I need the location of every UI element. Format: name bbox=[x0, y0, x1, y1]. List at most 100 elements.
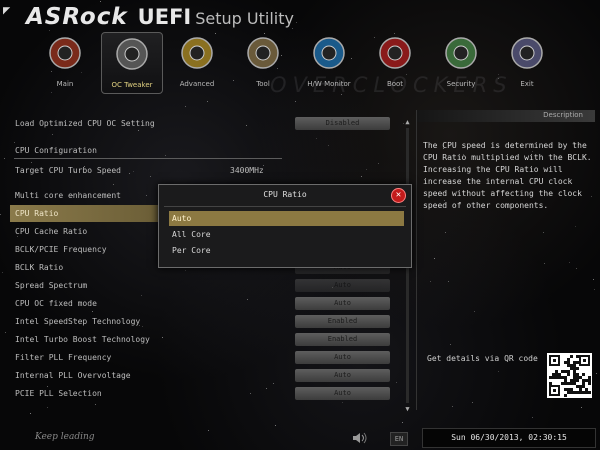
asrock-logo: ASRock bbox=[26, 4, 128, 30]
setting-label: BCLK/PCIE Frequency bbox=[15, 245, 107, 254]
setting-label: Spread Spectrum bbox=[15, 281, 88, 290]
qr-module bbox=[576, 367, 579, 370]
setting-label: CPU OC fixed mode bbox=[15, 299, 97, 308]
scroll-down-icon[interactable]: ▼ bbox=[403, 405, 412, 413]
setting-value-button[interactable]: Auto bbox=[295, 387, 390, 400]
qr-module bbox=[564, 394, 567, 397]
dialog-option-per-core[interactable]: Per Core bbox=[169, 243, 404, 258]
qr-module bbox=[576, 355, 579, 358]
cpu-ratio-dialog: CPU Ratio ✕ Auto All Core Per Core bbox=[158, 184, 412, 268]
tab-main[interactable]: Main bbox=[35, 32, 95, 92]
qr-module bbox=[576, 361, 579, 364]
qr-module bbox=[583, 359, 586, 362]
setting-label: Intel SpeedStep Technology bbox=[15, 317, 141, 326]
setting-value-button[interactable]: Disabled bbox=[295, 117, 390, 130]
star bbox=[402, 422, 403, 423]
exit-icon bbox=[511, 37, 543, 69]
setting-row-spread-spectrum[interactable]: Spread Spectrum Auto bbox=[10, 277, 400, 294]
description-title: Description bbox=[543, 111, 583, 119]
watermark: OVERCLOCKERS bbox=[270, 73, 513, 97]
qr-module bbox=[553, 389, 556, 392]
star bbox=[100, 1, 101, 2]
section-divider bbox=[14, 158, 282, 159]
description-text: The CPU speed is determined by the CPU R… bbox=[423, 141, 592, 210]
setting-label: Multi core enhancement bbox=[15, 191, 121, 200]
uefi-label: UEFI bbox=[137, 5, 192, 29]
setting-row-filter-pll-frequency[interactable]: Filter PLL Frequency Auto bbox=[10, 349, 400, 366]
setting-label: Internal PLL Overvoltage bbox=[15, 371, 131, 380]
tab-label: Advanced bbox=[179, 80, 215, 88]
star bbox=[207, 101, 208, 102]
qr-label: Get details via QR code bbox=[427, 354, 538, 363]
setting-value-button[interactable]: Enabled bbox=[295, 315, 390, 328]
star bbox=[185, 106, 186, 107]
security-icon bbox=[445, 37, 477, 69]
setting-row-pcie-pll-selection[interactable]: PCIE PLL Selection Auto bbox=[10, 385, 400, 402]
qr-module bbox=[576, 379, 579, 382]
setting-value-button[interactable]: Auto bbox=[295, 297, 390, 310]
hw-monitor-icon bbox=[313, 37, 345, 69]
qr-module bbox=[549, 382, 552, 385]
star bbox=[49, 30, 50, 31]
qr-module bbox=[570, 355, 573, 358]
star bbox=[5, 332, 6, 333]
main-icon bbox=[49, 37, 81, 69]
qr-module bbox=[588, 391, 591, 394]
tab-advanced[interactable]: Advanced bbox=[167, 32, 227, 92]
back-arrow-icon[interactable]: ◤ bbox=[3, 3, 10, 17]
speaker-icon[interactable] bbox=[352, 432, 368, 444]
dialog-option-all-core[interactable]: All Core bbox=[169, 227, 404, 242]
scroll-up-icon[interactable]: ▲ bbox=[403, 118, 412, 126]
setting-label: BCLK Ratio bbox=[15, 263, 64, 272]
boot-icon bbox=[379, 37, 411, 69]
setting-row-target-cpu-turbo-speed[interactable]: Target CPU Turbo Speed 3400MHz bbox=[10, 162, 400, 179]
dialog-title: CPU Ratio bbox=[263, 190, 307, 199]
language-button[interactable]: EN bbox=[390, 432, 408, 446]
setting-row-intel-turbo-boost-technology[interactable]: Intel Turbo Boost Technology Enabled bbox=[10, 331, 400, 348]
setting-row-internal-pll-overvoltage[interactable]: Internal PLL Overvoltage Auto bbox=[10, 367, 400, 384]
setting-value-button[interactable]: Auto bbox=[295, 351, 390, 364]
qr-code-icon bbox=[547, 353, 592, 398]
setting-value-button[interactable]: Auto bbox=[295, 369, 390, 382]
setting-value-button[interactable]: Enabled bbox=[295, 333, 390, 346]
signature: Keep leading bbox=[35, 432, 95, 442]
datetime-display: Sun 06/30/2013, 02:30:15 bbox=[422, 428, 596, 448]
footer: Keep leading EN Sun 06/30/2013, 02:30:15 bbox=[0, 425, 600, 450]
tool-icon bbox=[247, 37, 279, 69]
star bbox=[532, 417, 533, 418]
description-header: Description bbox=[417, 110, 595, 122]
setting-label: CPU Ratio bbox=[15, 209, 59, 218]
setting-row-cpu-oc-fixed-mode[interactable]: CPU OC fixed mode Auto bbox=[10, 295, 400, 312]
setting-label: Load Optimized CPU OC Setting bbox=[15, 119, 155, 128]
setting-label: Filter PLL Frequency bbox=[15, 353, 112, 362]
close-icon[interactable]: ✕ bbox=[391, 188, 406, 203]
tab-oc-tweaker[interactable]: OC Tweaker bbox=[101, 32, 163, 94]
qr-module bbox=[553, 359, 556, 362]
setting-value-text: 3400MHz bbox=[230, 166, 264, 175]
star bbox=[295, 101, 296, 102]
star bbox=[2, 272, 3, 273]
tab-label: Main bbox=[56, 80, 74, 88]
setting-label: Intel Turbo Boost Technology bbox=[15, 335, 150, 344]
qr-module bbox=[588, 382, 591, 385]
brand: ASRock UEFI Setup Utility bbox=[26, 4, 294, 30]
setting-row-load-optimized-cpu-oc-setting[interactable]: Load Optimized CPU OC Setting Disabled bbox=[10, 115, 400, 132]
description-panel: Description The CPU speed is determined … bbox=[416, 110, 595, 410]
setting-label: Target CPU Turbo Speed bbox=[15, 166, 121, 175]
advanced-icon bbox=[181, 37, 213, 69]
qr-module bbox=[567, 373, 570, 376]
dialog-divider bbox=[164, 206, 406, 207]
oc-tweaker-icon bbox=[116, 38, 148, 70]
setting-row-intel-speedstep-technology[interactable]: Intel SpeedStep Technology Enabled bbox=[10, 313, 400, 330]
star bbox=[0, 214, 1, 215]
setting-label: PCIE PLL Selection bbox=[15, 389, 102, 398]
tab-label: OC Tweaker bbox=[111, 81, 153, 89]
setting-value-button[interactable]: Auto bbox=[295, 279, 390, 292]
section-header: CPU Configuration bbox=[10, 142, 400, 159]
setup-utility-label: Setup Utility bbox=[195, 9, 294, 28]
setting-label: CPU Cache Ratio bbox=[15, 227, 88, 236]
star bbox=[51, 92, 52, 93]
dialog-option-auto[interactable]: Auto bbox=[169, 211, 404, 226]
star bbox=[296, 22, 297, 23]
star bbox=[4, 158, 5, 159]
